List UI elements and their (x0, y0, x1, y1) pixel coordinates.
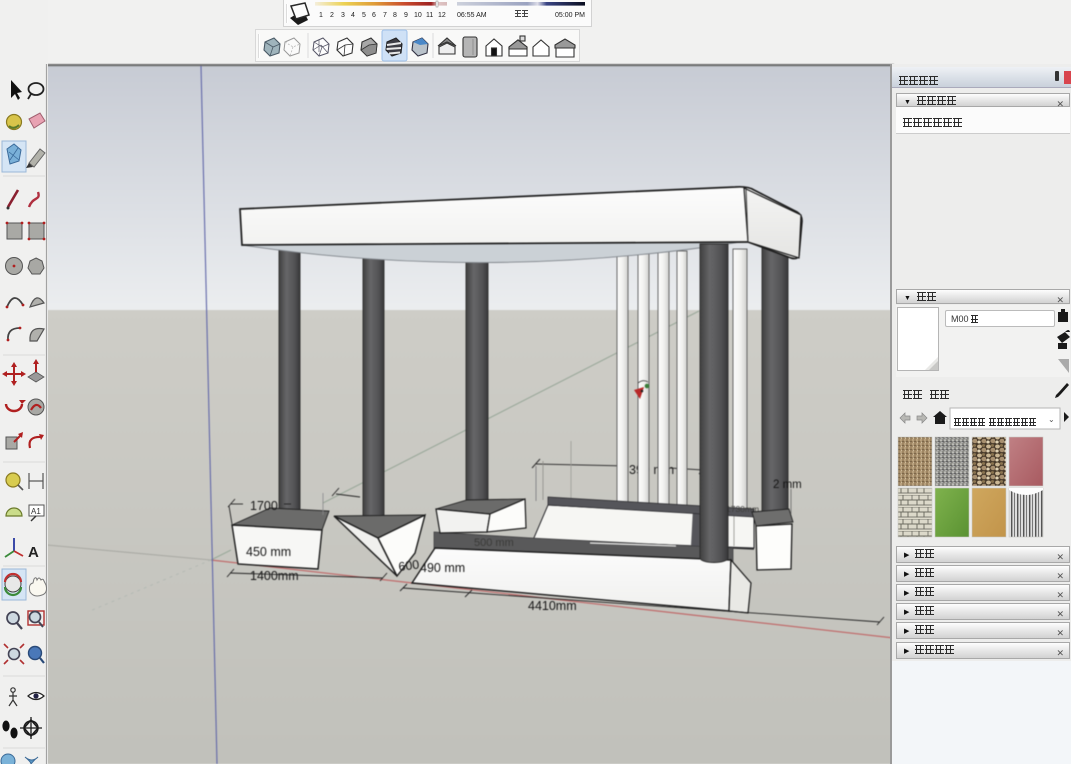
svg-text:4: 4 (351, 12, 355, 19)
svg-text:600: 600 (398, 558, 420, 574)
svg-text:A1: A1 (31, 507, 41, 516)
svg-text:2 mm: 2 mm (773, 479, 802, 491)
svg-text:⌄: ⌄ (1048, 415, 1055, 424)
svg-text:12: 12 (438, 12, 446, 19)
svg-text:3: 3 (341, 12, 345, 19)
svg-text:450 mm: 450 mm (246, 545, 291, 559)
svg-text:2: 2 (330, 12, 334, 19)
svg-text:8: 8 (393, 12, 397, 19)
svg-text:10: 10 (414, 12, 422, 19)
svg-text:9: 9 (404, 12, 408, 19)
svg-text:7: 7 (383, 12, 387, 19)
svg-text:4410mm: 4410mm (528, 599, 577, 613)
svg-text:1: 1 (319, 12, 323, 19)
svg-text:1700: 1700 (250, 499, 278, 513)
svg-text:490 mm: 490 mm (420, 561, 465, 575)
svg-text:06:55 AM: 06:55 AM (457, 12, 487, 19)
svg-text:6: 6 (372, 12, 376, 19)
svg-text:A: A (28, 544, 39, 561)
svg-text:1400mm: 1400mm (250, 569, 299, 583)
svg-text:5: 5 (362, 12, 366, 19)
svg-text:05:00 PM: 05:00 PM (555, 12, 585, 19)
svg-text:11: 11 (426, 12, 433, 19)
svg-text:500 mm: 500 mm (474, 537, 514, 549)
